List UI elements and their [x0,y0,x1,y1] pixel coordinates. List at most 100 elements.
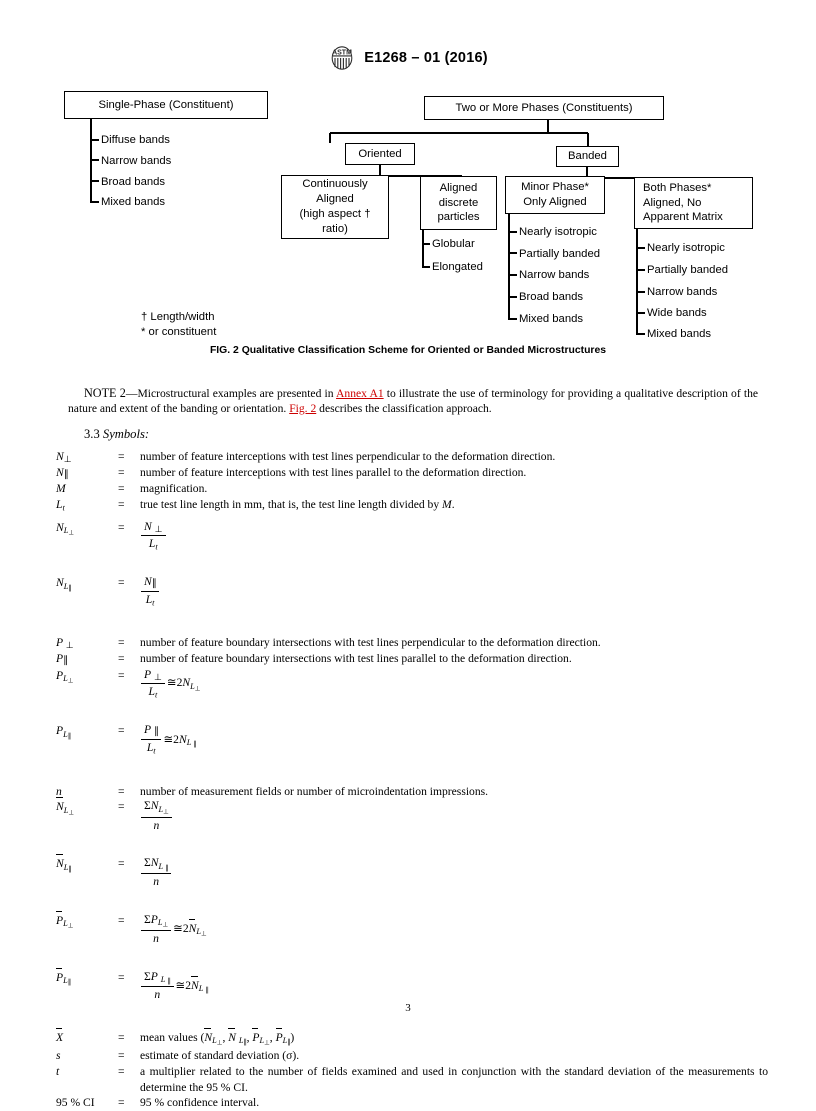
xbar-def-pre: mean values ( [140,1031,205,1045]
symbol-eq: = [118,1096,125,1110]
symbol-def-pl-par: P ∥ Lt ≅2NL ∥ [140,723,768,757]
note-2: NOTE 2—Microstructural examples are pres… [68,386,758,416]
node-continuously-aligned: Continuously Aligned (high aspect † rati… [281,175,389,239]
symbol-eq: = [118,576,125,590]
symbol-row-pl-perp: PL⊥ = P ⊥ Lt ≅2NL⊥ [56,668,768,702]
symbol-row-n-perp: N⊥ = number of feature interceptions wit… [56,449,768,465]
symbol-row-n-par: N∥ = number of feature interceptions wit… [56,465,768,481]
leaf-minor-phase-0: Nearly isotropic [519,226,597,238]
symbol-xbar: X [56,1027,118,1046]
symbol-row-nl-perp: NL⊥ = N ⊥ Lt [56,520,768,554]
node-banded: Banded [556,146,619,167]
node-two-or-more-phases-label: Two or More Phases (Constituents) [455,101,633,114]
symbol-eq: = [118,800,125,814]
symbol-n-par: N∥ [56,466,69,481]
node-oriented: Oriented [345,143,415,165]
symbol-eq: = [118,857,125,871]
symbol-eq: = [118,784,125,798]
symbol-pl-par: PL∥ [56,724,71,740]
symbol-nl-perp: NL⊥ [56,520,75,537]
symbol-eq: = [118,498,125,512]
symbol-row-pbar-l-perp: PL⊥ = ΣPL⊥ n ≅2 NL⊥ [56,910,768,948]
node-minor-phase-only-aligned: Minor Phase* Only Aligned [505,176,605,214]
symbol-eq: = [118,970,125,984]
node-both-phases-aligned: Both Phases* Aligned, No Apparent Matrix [634,177,753,229]
symbol-p-perp: P ⊥ [56,636,74,651]
node-minor-phase-only-aligned-label: Minor Phase* Only Aligned [521,181,589,208]
symbol-def-t: a multiplier related to the number of fi… [140,1065,768,1094]
link-annex-a1[interactable]: Annex A1 [336,387,384,400]
symbol-def-n-perp: number of feature interceptions with tes… [140,450,556,463]
symbol-def-n: number of measurement fields or number o… [140,784,489,798]
symbol-ci: 95 % CI [56,1096,95,1110]
symbol-def-nbar-l-par: ΣNL ∥ n [140,856,768,890]
symbol-p-par: P∥ [56,652,68,667]
leaf-both-phases-4: Mixed bands [647,328,712,340]
symbol-row-xbar: X = mean values (NL⊥, N L∥, PL⊥, PL∥) [56,1027,768,1048]
symbol-n-perp: N⊥ [56,450,72,464]
symbol-def-s: estimate of standard deviation (σ). [140,1049,300,1063]
lt-def-b: . [451,498,455,512]
symbol-eq: = [118,1065,125,1079]
symbol-eq: = [118,466,125,479]
symbol-def-nbar-l-perp: ΣNL⊥ n [140,799,768,834]
symbol-row-nbar-l-perp: NL⊥ = ΣNL⊥ n [56,797,768,834]
symbol-eq: = [118,1031,125,1045]
leaf-single-phase-2: Broad bands [101,176,166,188]
lt-def-m: M [442,498,452,512]
symbol-pbar-l-perp: PL⊥ [56,910,118,931]
node-continuously-aligned-label: Continuously Aligned (high aspect † rati… [299,178,371,235]
figure-2-caption: FIG. 2 Qualitative Classification Scheme… [209,345,607,356]
symbol-row-lt: Lt = true test line length in mm, that i… [56,497,768,514]
section-number: 3.3 [84,427,100,441]
symbol-lt: Lt [56,498,65,513]
symbol-row-ci: 95 % CI = 95 % confidence interval. [56,1095,768,1111]
xbar-def-post: ) [290,1031,295,1045]
symbol-row-nl-par: NL∥ = N∥ Lt [56,575,768,609]
leaf-minor-phase-4: Mixed bands [519,313,584,325]
symbol-s: s [56,1049,61,1063]
figure-2-flowchart: Single-Phase (Constituent) Two or More P… [0,0,816,370]
symbol-row-t: t = a multiplier related to the number o… [56,1064,768,1095]
symbol-eq: = [118,482,125,496]
symbol-t: t [56,1065,60,1079]
section-title: Symbols: [102,427,150,441]
symbol-eq: = [118,652,125,666]
link-fig-2[interactable]: Fig. 2 [289,402,316,415]
leaf-single-phase-3: Mixed bands [101,196,166,208]
symbol-def-m: magnification. [140,482,208,496]
symbol-eq: = [118,450,125,463]
symbol-row-n: n = number of measurement fields or numb… [56,784,768,800]
leaf-both-phases-1: Partially banded [647,264,729,276]
symbol-def-xbar: mean values (NL⊥, N L∥, PL⊥, PL∥) [140,1027,768,1048]
symbol-pbar-l-par: PL∥ [56,967,118,988]
symbol-nbar-l-perp: NL⊥ [56,797,118,817]
note-2-label: NOTE 2 [84,386,126,400]
symbol-row-p-par: P∥ = number of feature boundary intersec… [56,651,768,667]
symbol-eq: = [118,668,125,682]
leaf-minor-phase-1: Partially banded [519,248,601,260]
node-single-phase: Single-Phase (Constituent) [64,91,268,119]
symbol-eq: = [118,636,125,650]
leaf-single-phase-1: Narrow bands [101,155,172,167]
figure-footnote-dagger: † Length/width [141,311,215,323]
leaf-both-phases-0: Nearly isotropic [647,242,725,254]
leaf-single-phase-0: Diffuse bands [101,134,170,146]
symbol-def-lt: true test line length in mm, that is, th… [140,497,768,513]
symbol-def-n-par: number of feature interceptions with tes… [140,466,527,479]
section-3-3-heading: 3.3 Symbols: [84,427,149,442]
node-two-or-more-phases: Two or More Phases (Constituents) [424,96,664,120]
symbol-m: M [56,482,66,496]
symbol-def-nl-perp: N ⊥ Lt [140,520,768,554]
symbol-def-p-par: number of feature boundary intersections… [140,652,572,666]
symbol-def-pbar-l-par: ΣP L ∥ n ≅2 NL ∥ [140,970,768,1004]
symbol-def-nl-par: N∥ Lt [140,575,768,609]
node-aligned-discrete-particles: Aligned discrete particles [420,176,497,230]
node-oriented-label: Oriented [358,147,402,160]
symbol-def-pl-perp: P ⊥ Lt ≅2NL⊥ [140,668,768,702]
figure-footnote-asterisk: * or constituent [141,326,217,338]
leaf-minor-phase-2: Narrow bands [519,269,590,281]
leaf-minor-phase-3: Broad bands [519,291,584,303]
symbol-nbar-l-par: NL∥ [56,854,118,874]
node-single-phase-label: Single-Phase (Constituent) [98,98,234,111]
